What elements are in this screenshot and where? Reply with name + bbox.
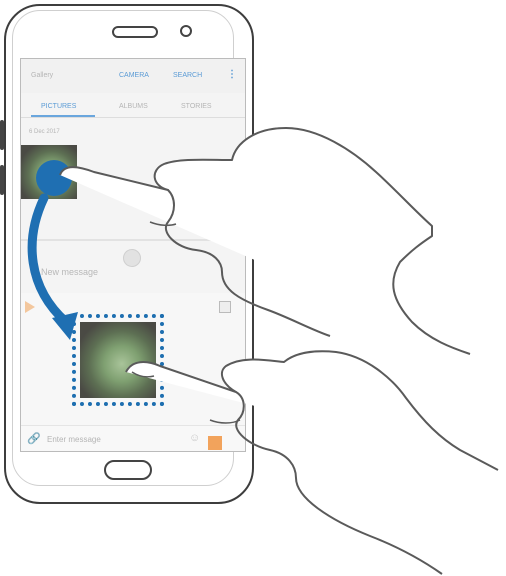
hand-icon [59,127,499,575]
